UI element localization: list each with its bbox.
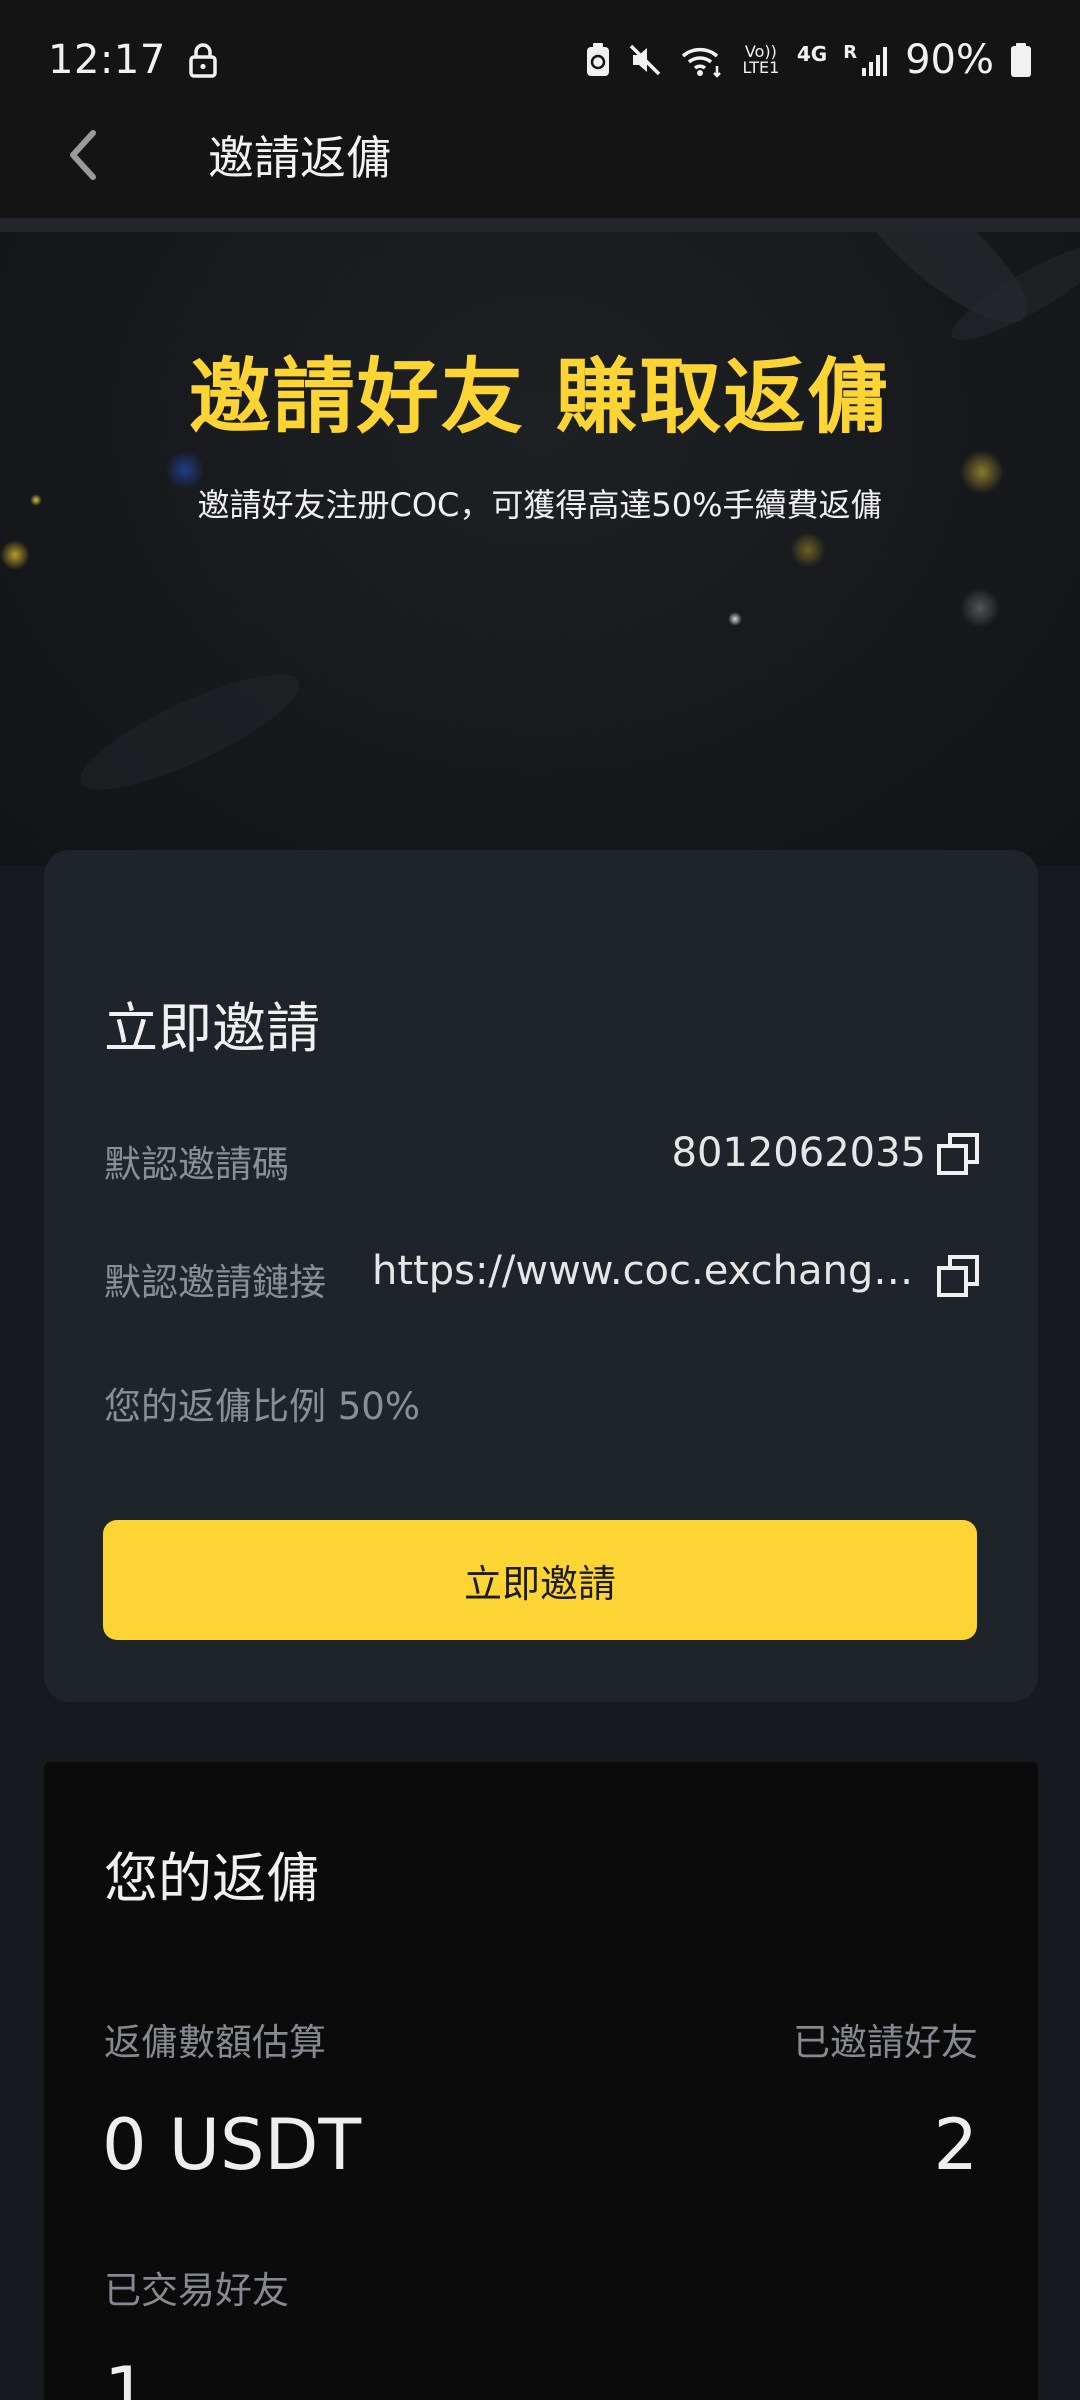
decorative-sparkle [728,612,742,626]
status-time: 12:17 [48,37,166,83]
invited-friends-value: 2 [933,2104,978,2186]
screen: 12:17 Vo)) LTE1 4G R 90% 邀請返傭 邀請好友 賺取返傭 … [0,0,1080,2400]
decorative-sparkle [0,540,30,570]
chevron-left-icon [70,130,96,180]
back-button[interactable] [52,122,112,188]
hero-banner: 邀請好友 賺取返傭 邀請好友注册COC，可獲得高達50%手續費返傭 [0,232,1080,866]
rebate-rate-text: 您的返傭比例 50% [104,1385,420,1428]
invite-card: 立即邀請 默認邀請碼 8012062035 默認邀請鏈接 https://www… [44,850,1038,1702]
rebate-estimate-label: 返傭數額估算 [104,2021,326,2064]
battery-percent: 90% [905,37,994,83]
invite-link-value: https://www.coc.exchange/... [372,1248,922,1294]
invite-code-label: 默認邀請碼 [104,1143,289,1186]
decorative-sparkle [790,532,826,568]
invite-now-button[interactable]: 立即邀請 [103,1520,977,1640]
invite-card-title: 立即邀請 [104,997,320,1060]
status-icons: Vo)) LTE1 4G R 90% [585,37,1032,83]
copy-link-button[interactable] [936,1254,980,1298]
rebate-estimate-value: 0 USDT [102,2104,362,2186]
mute-icon [627,42,663,78]
wifi-icon [679,42,725,78]
rebate-card-title: 您的返傭 [104,1847,320,1910]
battery-icon [1010,42,1032,78]
app-header: 邀請返傭 [0,100,1080,218]
hero-title: 邀請好友 賺取返傭 [188,350,892,445]
invited-friends-label: 已邀請好友 [793,2021,978,2064]
header-divider [0,218,1080,232]
lock-icon [188,42,218,78]
traded-friends-label: 已交易好友 [104,2269,289,2312]
signal-icon [861,44,889,76]
roaming-label: R [843,41,858,63]
invite-link-label: 默認邀請鏈接 [104,1261,326,1304]
copy-code-button[interactable] [936,1132,980,1176]
traded-friends-value: 1 [104,2352,149,2400]
copy-icon [937,1133,979,1175]
decorative-ribbon [68,654,312,810]
volte-label: Vo)) LTE1 [742,42,780,77]
hero-subtitle: 邀請好友注册COC，可獲得高達50%手續費返傭 [197,486,883,524]
decorative-sparkle [960,588,1000,628]
copy-icon [937,1255,979,1297]
rebate-card: 您的返傭 返傭數額估算 已邀請好友 0 USDT 2 已交易好友 1 [44,1762,1038,2400]
network-label: 4G [796,42,828,66]
page-title: 邀請返傭 [208,131,392,185]
battery-saver-icon [585,42,611,78]
invite-code-value: 8012062035 [671,1130,927,1176]
